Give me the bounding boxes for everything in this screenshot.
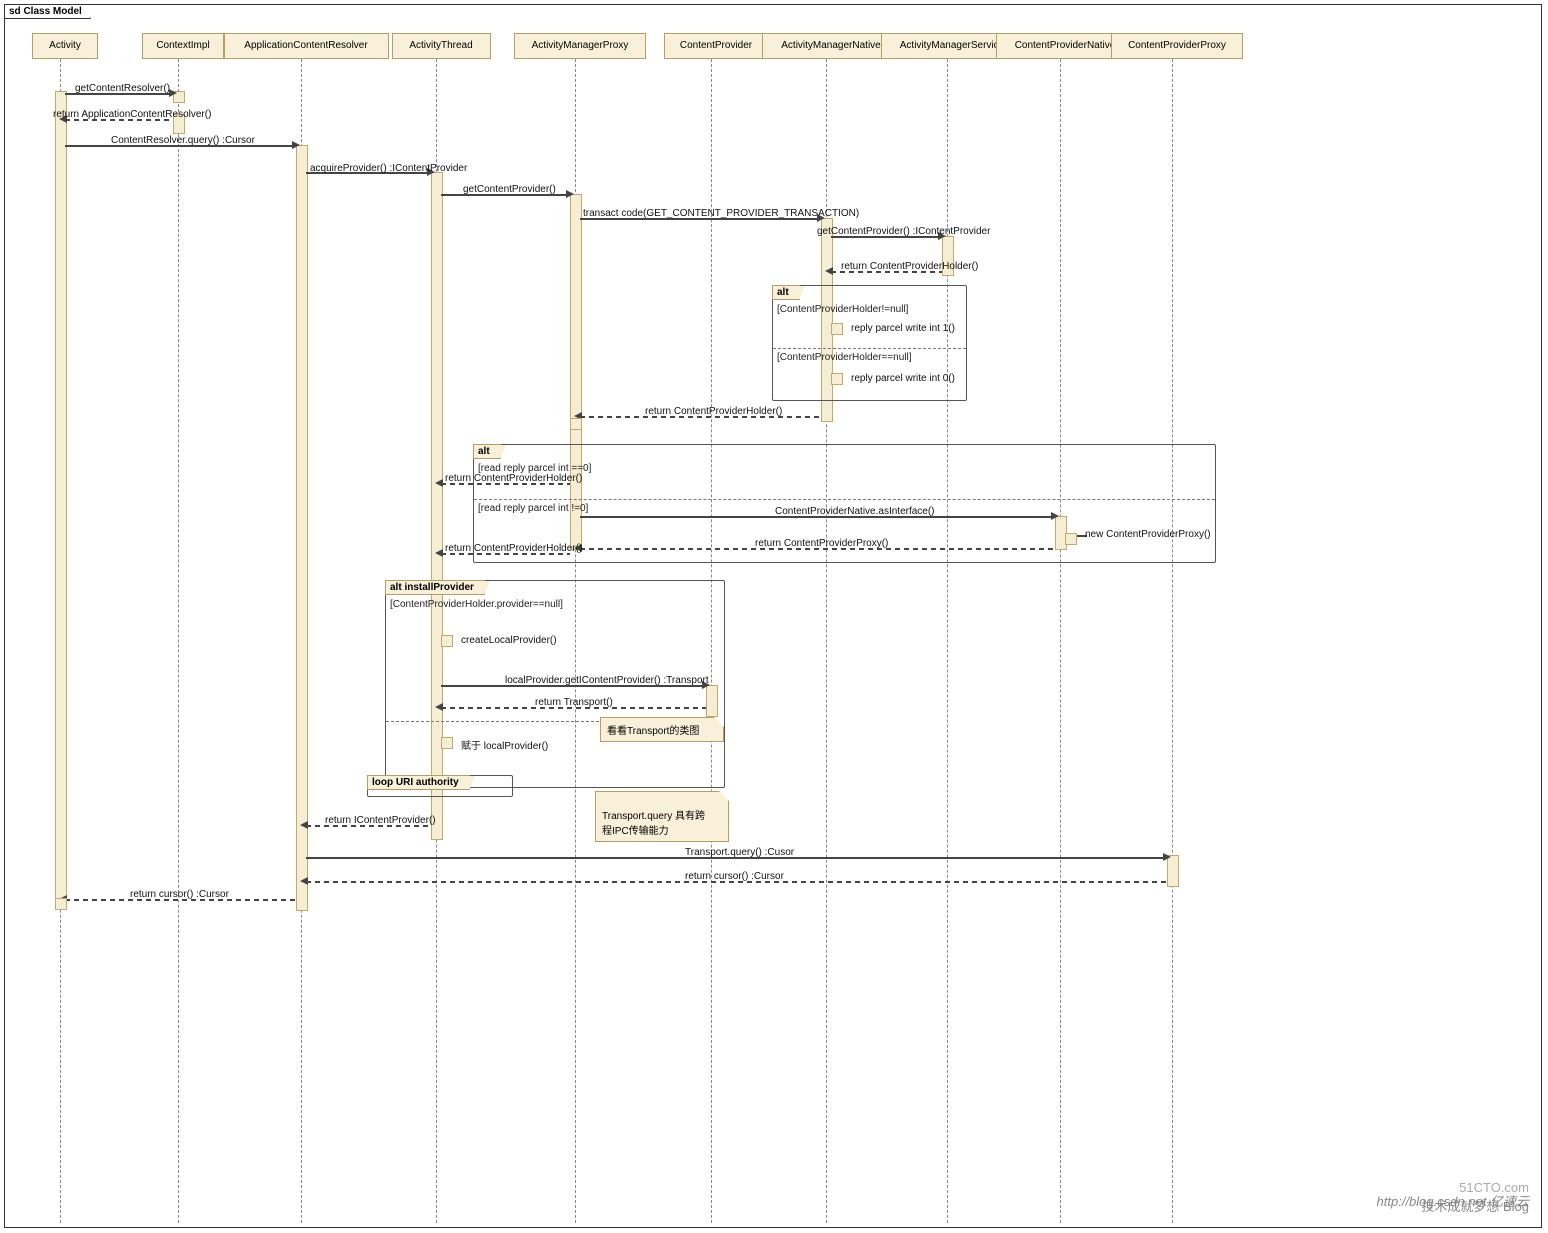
- self-action: [1065, 533, 1077, 545]
- self-action: [55, 898, 67, 910]
- label: ContentProviderNative.asInterface(): [775, 506, 935, 517]
- arrow: [1163, 853, 1171, 861]
- label: getContentProvider(): [463, 184, 556, 195]
- self-action: [441, 737, 453, 749]
- arrow: [435, 549, 443, 557]
- activation-appresolver: [296, 145, 308, 911]
- note-text: Transport.query 具有跨 程IPC传输能力: [602, 811, 705, 837]
- label: 赋于 localProvider(): [461, 737, 548, 752]
- participant-ActivityThread: ActivityThread: [392, 33, 491, 59]
- label: getContentResolver(): [75, 83, 170, 94]
- label: ContentResolver.query() :Cursor: [111, 135, 255, 146]
- label: return ContentProviderHolder(): [841, 261, 978, 272]
- arrow: [435, 703, 443, 711]
- label: Transport.query() :Cusor: [685, 847, 794, 858]
- participant-ContentProvider: ContentProvider: [664, 33, 769, 59]
- label: return ContentProviderHolder(): [645, 406, 782, 417]
- guard1: [ContentProviderHolder!=null]: [777, 304, 908, 315]
- self-action: [831, 373, 843, 385]
- label: getContentProvider() :IContentProvider: [817, 226, 990, 237]
- label: return ApplicationContentResolver(): [53, 109, 211, 120]
- label: localProvider.getIContentProvider() :Tra…: [505, 675, 709, 686]
- label: return ContentProviderHolder(): [445, 543, 582, 554]
- guard2: [read reply parcel int !=0]: [478, 503, 588, 514]
- guard2: [ContentProviderHolder==null]: [777, 352, 912, 363]
- frame-title: sd Class Model: [5, 5, 91, 19]
- participant-ApplicationContentResolver: ApplicationContentResolver: [224, 33, 389, 59]
- alt-label: alt: [772, 285, 800, 300]
- lifeline-ContentProviderProxy: [1172, 59, 1173, 1223]
- self-action: [831, 323, 843, 335]
- label: createLocalProvider(): [461, 635, 557, 646]
- arrow: [825, 267, 833, 275]
- watermark-csdn: http://blog.csdn.net 亿速云: [1377, 1191, 1529, 1210]
- sequence-diagram-frame: sd Class Model Activity ContextImplApplic…: [4, 4, 1542, 1228]
- note-transport-class: 看看Transport的类图: [600, 717, 724, 742]
- label: return ContentProviderProxy(): [755, 538, 888, 549]
- activation-activity: [55, 91, 67, 905]
- lifeline-ContentProviderNative: [1060, 59, 1061, 1223]
- lifeline-ContextImpl: [178, 59, 179, 1223]
- note-text: 看看Transport的类图: [607, 726, 699, 737]
- label: return cursor() :Cursor: [685, 871, 784, 882]
- label: return ContentProviderHolder(): [445, 473, 582, 484]
- label: return Transport(): [535, 697, 613, 708]
- label: acquireProvider() :IContentProvider: [310, 163, 467, 174]
- arrow: [1051, 512, 1059, 520]
- arrow: [566, 190, 574, 198]
- loop-label: loop URI authority: [367, 775, 470, 790]
- participant-Activity: Activity: [32, 33, 98, 59]
- alt-separator: [773, 348, 966, 349]
- arrow: [169, 89, 177, 97]
- label: new ContentProviderProxy(): [1085, 529, 1211, 540]
- note-transport-ipc: Transport.query 具有跨 程IPC传输能力: [595, 791, 729, 842]
- label: return cursor() :Cursor: [130, 889, 229, 900]
- participant-ActivityManagerProxy: ActivityManagerProxy: [514, 33, 646, 59]
- guard1: [ContentProviderHolder.provider==null]: [390, 599, 563, 610]
- loop-uri-authority: loop URI authority: [367, 775, 513, 797]
- label: reply parcel write int 0(): [851, 373, 955, 384]
- label: transact code(GET_CONTENT_PROVIDER_TRANS…: [583, 208, 859, 219]
- alt-label: alt: [473, 444, 501, 459]
- label: reply parcel write int 1(): [851, 323, 955, 334]
- alt-separator: [474, 499, 1215, 500]
- participant-ContextImpl: ContextImpl: [142, 33, 225, 59]
- arrow: [292, 141, 300, 149]
- alt-label: alt installProvider: [385, 580, 485, 595]
- self-action: [441, 635, 453, 647]
- participant-ContentProviderProxy: ContentProviderProxy: [1111, 33, 1243, 59]
- self-action: [570, 418, 582, 430]
- participant-ActivityManagerNative: ActivityManagerNative: [762, 33, 900, 59]
- arrow: [300, 877, 308, 885]
- arrow: [300, 821, 308, 829]
- arrow: [435, 479, 443, 487]
- label: return IContentProvider(): [325, 815, 436, 826]
